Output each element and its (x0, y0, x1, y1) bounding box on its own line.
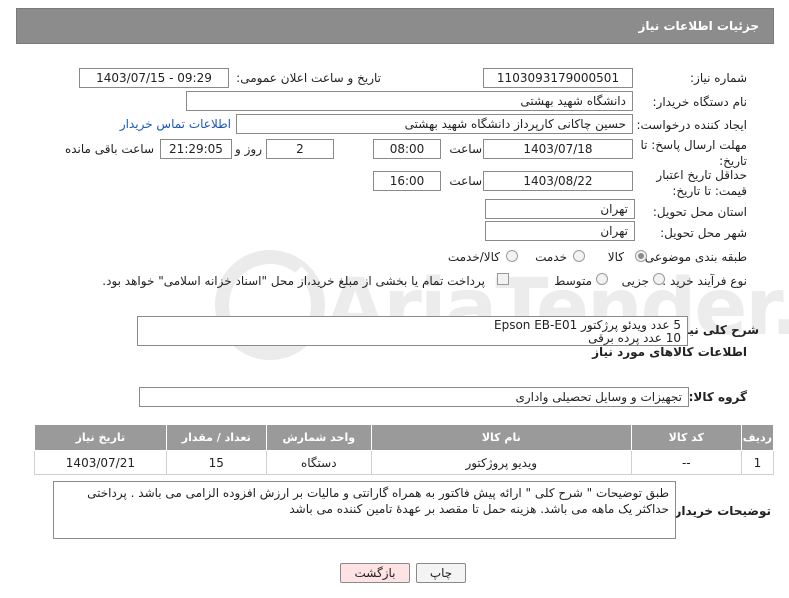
print-button[interactable]: چاپ (416, 563, 466, 583)
buyer-notes-textarea[interactable]: طبق توضیحات " شرح کلی " ارائه پیش فاکتور… (53, 481, 676, 539)
min-validity-label: حداقل تاریخ اعتبار قیمت: تا تاریخ: (656, 168, 747, 198)
city-label: شهر محل تحویل: (660, 226, 747, 240)
goods-table: ردیف کد کالا نام کالا واحد شمارش تعداد /… (34, 424, 775, 475)
purchase-radio-medium[interactable] (596, 273, 608, 285)
deadline-days-label: روز و (235, 142, 262, 156)
category-option-goods: کالا (607, 250, 624, 264)
row-date: 1403/07/21 (34, 450, 167, 475)
goods-group-field: تجهیزات و وسایل تحصیلی واداری (139, 387, 689, 407)
buyer-org-field: دانشگاه شهید بهشتی (186, 91, 633, 111)
announce-field: 1403/07/15 - 09:29 (79, 68, 229, 88)
min-validity-date-field: 1403/08/22 (483, 171, 633, 191)
buyer-org-label: نام دستگاه خریدار: (652, 95, 748, 109)
goods-info-title: اطلاعات کالاهای مورد نیاز (592, 345, 747, 359)
general-desc-textarea[interactable]: 5 عدد ویدئو پرژکتور Epson EB-E01 10 عدد … (137, 316, 688, 346)
category-label: طبقه بندی موضوعی: (640, 250, 747, 264)
province-label: استان محل تحویل: (652, 205, 747, 219)
buyer-contact-link[interactable]: اطلاعات تماس خریدار (120, 117, 231, 131)
category-option-service: خدمت (535, 250, 567, 264)
category-radio-goods-service[interactable] (506, 250, 518, 262)
deadline-time-label: ساعت (449, 142, 482, 156)
col-qty-header: تعداد / مقدار (165, 424, 267, 451)
requester-field: حسین چاکانی کارپرداز دانشگاه شهید بهشتی (236, 114, 633, 134)
purchase-option-minor: جزیی (621, 274, 649, 288)
remaining-time-field: 21:29:05 (160, 139, 232, 159)
category-radio-service[interactable] (573, 250, 585, 262)
back-button[interactable]: بازگشت (340, 563, 410, 583)
min-validity-time-label: ساعت (449, 174, 482, 188)
min-validity-time-field: 16:00 (373, 171, 441, 191)
page-title: جزئیات اطلاعات نیاز (638, 19, 759, 33)
row-index: 1 (740, 450, 775, 475)
purchase-radio-minor[interactable] (653, 273, 665, 285)
treasury-checkbox-label: پرداخت تمام یا بخشی از مبلغ خرید،از محل … (102, 274, 485, 288)
goods-table-header: ردیف کد کالا نام کالا واحد شمارش تعداد /… (34, 424, 775, 451)
requester-label: ایجاد کننده درخواست: (636, 118, 747, 132)
deadline-days-field: 2 (266, 139, 334, 159)
general-desc-line-2: 10 عدد پرده برقی (588, 331, 681, 345)
purchase-option-medium: متوسط (554, 274, 592, 288)
table-row: 1 -- ویدیو پروژکتور دستگاه 15 1403/07/21 (34, 450, 775, 475)
remaining-time-label: ساعت باقی مانده (64, 142, 154, 156)
col-unit-header: واحد شمارش (265, 424, 372, 451)
col-code-header: کد کالا (630, 424, 742, 451)
deadline-date-field: 1403/07/18 (483, 139, 633, 159)
row-qty: 15 (165, 450, 267, 475)
row-code: -- (630, 450, 742, 475)
province-field: تهران (485, 199, 635, 219)
col-date-header: تاریخ نیاز (34, 424, 167, 451)
deadline-time-field: 08:00 (373, 139, 441, 159)
watermark-logo-icon (215, 250, 325, 360)
category-option-goods-service: کالا/خدمت (447, 250, 500, 264)
need-number-label: شماره نیاز: (690, 71, 747, 85)
col-name-header: نام کالا (370, 424, 632, 451)
row-unit: دستگاه (265, 450, 372, 475)
panel-header: جزئیات اطلاعات نیاز (16, 8, 774, 44)
goods-group-label: گروه کالا: (688, 390, 747, 404)
city-field: تهران (485, 221, 635, 241)
col-row-header: ردیف (740, 424, 775, 451)
announce-label: تاریخ و ساعت اعلان عمومی: (236, 71, 381, 85)
need-number-field: 1103093179000501 (483, 68, 633, 88)
category-radio-goods[interactable] (635, 250, 647, 262)
treasury-checkbox[interactable] (497, 273, 509, 285)
deadline-label: مهلت ارسال پاسخ: تا تاریخ: (640, 138, 747, 168)
purchase-type-label: نوع فرآیند خرید : (662, 274, 747, 288)
buyer-notes-label: توضیحات خریدار: (669, 504, 771, 518)
row-name: ویدیو پروژکتور (370, 450, 632, 475)
